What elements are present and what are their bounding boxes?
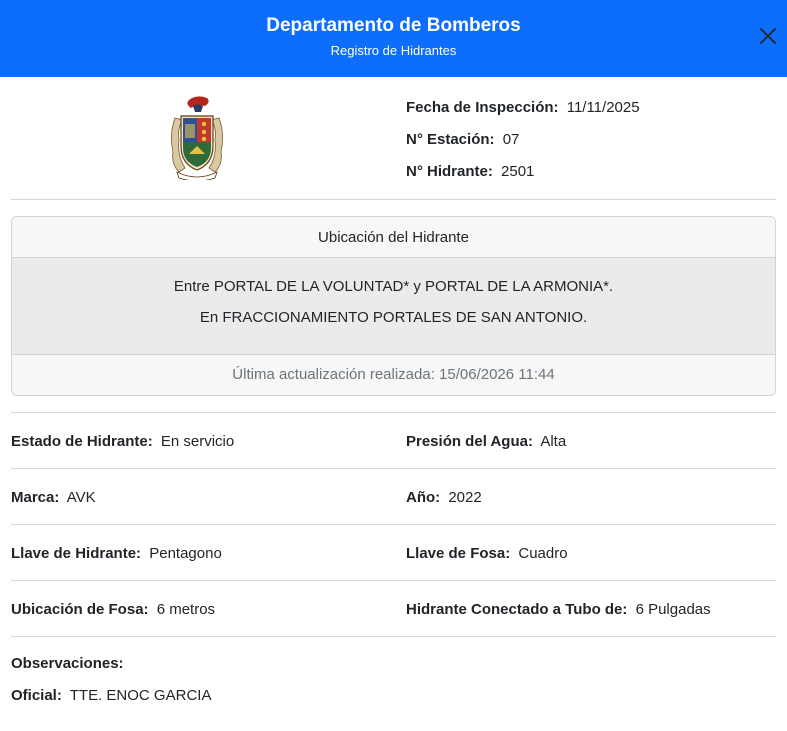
field-value: En servicio <box>160 433 235 450</box>
field-value: Pentagono <box>149 545 222 562</box>
oficial-label: Oficial: <box>11 687 62 704</box>
location-card: Ubicación del Hidrante Entre PORTAL DE L… <box>11 216 776 396</box>
field-value: 6 Pulgadas <box>635 601 711 618</box>
last-updated: Última actualización realizada: 15/06/20… <box>12 355 775 395</box>
llave-fosa-field: Llave de Fosa: Cuadro <box>406 543 568 565</box>
location-card-body: Entre PORTAL DE LA VOLUNTAD* y PORTAL DE… <box>12 258 775 355</box>
estacion-value: 07 <box>502 131 520 148</box>
field-label: Marca: <box>11 489 60 506</box>
hidrante-value: 2501 <box>501 163 535 180</box>
page-title: Departamento de Bomberos <box>266 15 521 36</box>
detail-row: Llave de Hidrante: Pentagono Llave de Fo… <box>11 525 776 581</box>
inspection-summary: Fecha de Inspección: 11/11/2025 N° Estac… <box>11 77 776 200</box>
meta-hidrante: N° Hidrante: 2501 <box>406 161 640 193</box>
oficial-value: TTE. ENOC GARCIA <box>69 687 212 704</box>
modal-header: Departamento de Bomberos Registro de Hid… <box>0 0 787 77</box>
detail-row: Ubicación de Fosa: 6 metros Hidrante Con… <box>11 581 776 637</box>
field-value: 2022 <box>448 489 482 506</box>
location-card-header: Ubicación del Hidrante <box>12 217 775 258</box>
field-label: Ubicación de Fosa: <box>11 601 149 618</box>
observations-section: Observaciones: Oficial: TTE. ENOC GARCIA <box>11 637 776 717</box>
field-label: Llave de Hidrante: <box>11 545 142 562</box>
field-label: Hidrante Conectado a Tubo de: <box>406 601 628 618</box>
presion-field: Presión del Agua: Alta <box>406 431 566 453</box>
detail-row: Estado de Hidrante: En servicio Presión … <box>11 413 776 469</box>
tubo-field: Hidrante Conectado a Tubo de: 6 Pulgadas <box>406 599 711 621</box>
anio-field: Año: 2022 <box>406 487 482 509</box>
marca-field: Marca: AVK <box>11 487 96 509</box>
location-line-1: Entre PORTAL DE LA VOLUNTAD* y PORTAL DE… <box>173 278 614 295</box>
location-line-2: En FRACCIONAMIENTO PORTALES DE SAN ANTON… <box>199 309 588 326</box>
close-icon <box>760 28 776 44</box>
llave-hidrante-field: Llave de Hidrante: Pentagono <box>11 543 222 565</box>
ubicacion-fosa-field: Ubicación de Fosa: 6 metros <box>11 599 215 621</box>
oficial-row: Oficial: TTE. ENOC GARCIA <box>11 685 776 717</box>
close-button[interactable] <box>757 25 779 47</box>
hidrante-label: N° Hidrante: <box>406 163 493 180</box>
detail-row: Marca: AVK Año: 2022 <box>11 469 776 525</box>
inspection-meta: Fecha de Inspección: 11/11/2025 N° Estac… <box>406 97 640 193</box>
modal-content: Fecha de Inspección: 11/11/2025 N° Estac… <box>0 77 787 717</box>
fecha-label: Fecha de Inspección: <box>406 99 559 116</box>
observaciones-row: Observaciones: <box>11 653 776 685</box>
field-value: 6 metros <box>156 601 216 618</box>
observaciones-label: Observaciones: <box>11 655 124 672</box>
field-value: Cuadro <box>518 545 568 562</box>
field-value: Alta <box>540 433 567 450</box>
field-value: AVK <box>66 489 96 506</box>
field-label: Estado de Hidrante: <box>11 433 153 450</box>
fecha-value: 11/11/2025 <box>566 99 640 116</box>
coat-of-arms-emblem <box>171 96 223 180</box>
page-subtitle: Registro de Hidrantes <box>330 43 457 58</box>
field-label: Llave de Fosa: <box>406 545 511 562</box>
meta-estacion: N° Estación: 07 <box>406 129 640 161</box>
field-label: Presión del Agua: <box>406 433 533 450</box>
field-label: Año: <box>406 489 441 506</box>
estacion-label: N° Estación: <box>406 131 495 148</box>
meta-fecha: Fecha de Inspección: 11/11/2025 <box>406 97 640 129</box>
estado-field: Estado de Hidrante: En servicio <box>11 431 234 453</box>
